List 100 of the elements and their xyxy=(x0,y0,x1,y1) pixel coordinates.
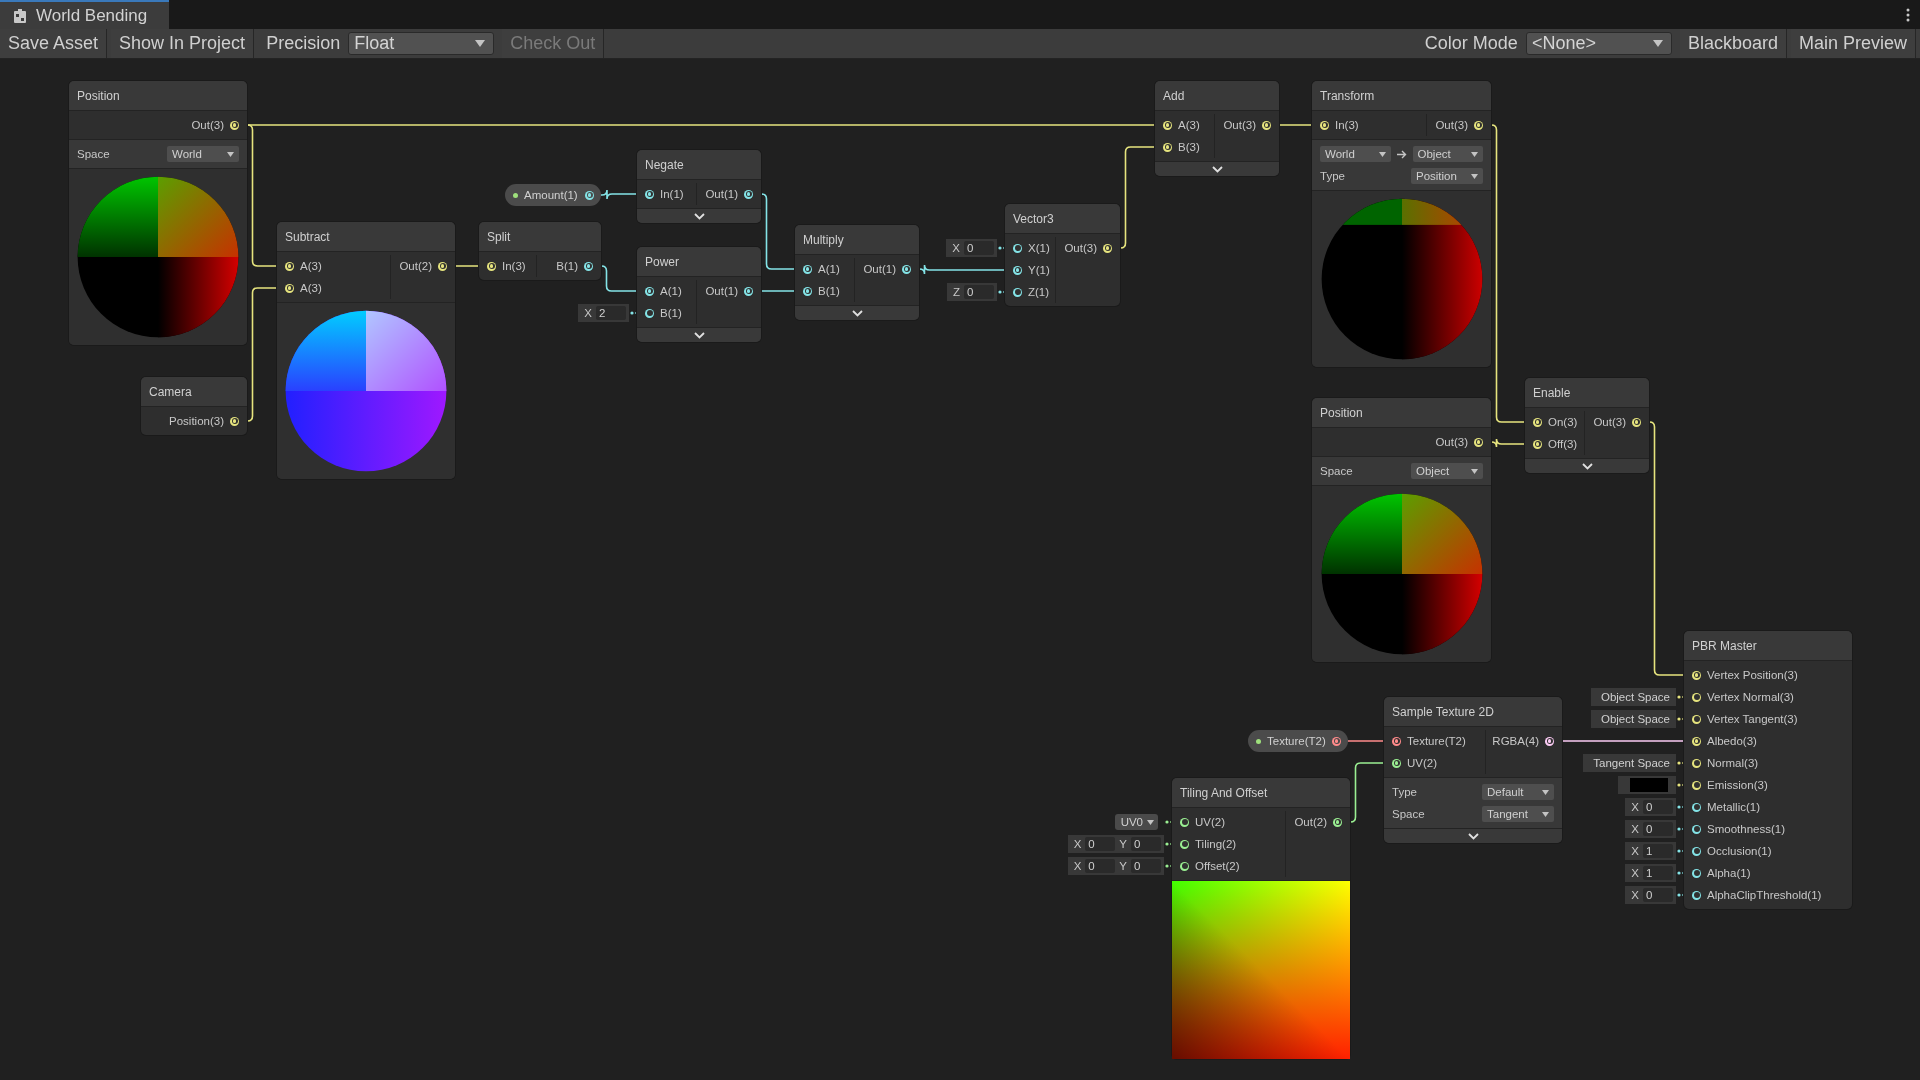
port-dot[interactable] xyxy=(1013,287,1022,297)
port-dot[interactable] xyxy=(1533,439,1542,449)
number-field[interactable]: 1 xyxy=(1643,844,1673,858)
toolbar-dropdown[interactable]: Float xyxy=(348,32,495,55)
property-node[interactable]: Texture(T2) xyxy=(1248,730,1348,752)
port-dot[interactable] xyxy=(1013,243,1022,253)
port-dot[interactable] xyxy=(1692,736,1701,746)
port-dot[interactable] xyxy=(1180,817,1189,827)
port-dot[interactable] xyxy=(585,190,594,200)
port-dot[interactable] xyxy=(285,283,294,293)
port-dot[interactable] xyxy=(230,416,239,426)
port-label: Y(1) xyxy=(1028,264,1050,276)
node-panel[interactable]: Negate In(1) Out(1) xyxy=(637,150,761,223)
node-panel[interactable]: Position Out(3) Space World xyxy=(69,81,247,345)
port-dot[interactable] xyxy=(1692,714,1701,724)
caret-icon xyxy=(1471,151,1478,157)
port-dot[interactable] xyxy=(803,286,812,296)
port-dot[interactable] xyxy=(1013,265,1022,275)
port-dot[interactable] xyxy=(1692,758,1701,768)
dropdown[interactable]: World xyxy=(1320,146,1391,162)
port-dot[interactable] xyxy=(1692,802,1701,812)
port-dot[interactable] xyxy=(645,189,654,199)
dropdown[interactable]: Position xyxy=(1411,168,1483,184)
port-dot[interactable] xyxy=(1692,692,1701,702)
port-dot[interactable] xyxy=(487,261,496,271)
port-dot[interactable] xyxy=(1103,243,1112,253)
number-field[interactable]: 0 xyxy=(1085,837,1116,851)
port-dot[interactable] xyxy=(438,261,447,271)
dropdown[interactable]: Tangent xyxy=(1482,806,1554,822)
port-dot[interactable] xyxy=(1180,839,1189,849)
port-dot[interactable] xyxy=(1180,861,1189,871)
port-dot[interactable] xyxy=(230,120,239,130)
port-dot[interactable] xyxy=(1692,846,1701,856)
color-swatch[interactable] xyxy=(1630,778,1668,792)
toolbar-dropdown[interactable]: <None> xyxy=(1525,32,1672,55)
port-dot[interactable] xyxy=(1392,736,1401,746)
port-label: Vertex Position(3) xyxy=(1707,669,1798,681)
dropdown[interactable]: Object xyxy=(1412,146,1483,162)
node-panel[interactable]: Vector3 X(1) Y(1) Z(1) Out(3) xyxy=(1005,204,1120,306)
port-dot[interactable] xyxy=(1692,890,1701,900)
number-field[interactable]: 0 xyxy=(1131,837,1161,851)
node-panel[interactable]: Tiling And Offset UV(2) Tiling(2) Offset(2) Out(2) xyxy=(1172,778,1350,1059)
node-panel[interactable]: PBR Master Vertex Position(3) Vertex Normal(3) Vertex Tangent(3) Albedo(3) Normal(3) Emission(3) Metallic(1) Smoothness(1) Occlusion(1) Alpha(1) AlphaClipThreshold(1) xyxy=(1684,631,1852,909)
port-label: Out(3) xyxy=(1435,436,1468,448)
dropdown[interactable]: Default xyxy=(1482,784,1554,800)
window-tab[interactable]: World Bending xyxy=(0,0,170,29)
number-field[interactable]: 0 xyxy=(964,285,994,299)
node-panel[interactable]: Multiply A(1) B(1) Out(1) xyxy=(795,225,919,320)
number-field[interactable]: 0 xyxy=(964,241,994,255)
port-dot[interactable] xyxy=(1533,417,1542,427)
space-value[interactable]: Object Space xyxy=(1590,710,1676,728)
node-panel[interactable]: Sample Texture 2D Texture(T2) UV(2) RGBA(4) Type Default Space Tangent xyxy=(1384,697,1562,843)
node-title: Sample Texture 2D xyxy=(1392,704,1494,719)
node-panel[interactable]: Power A(1) B(1) Out(1) xyxy=(637,247,761,342)
port-dot[interactable] xyxy=(902,264,911,274)
node-panel[interactable]: Add A(3) B(3) Out(3) xyxy=(1155,81,1279,176)
port-dot[interactable] xyxy=(1692,868,1701,878)
port-dot[interactable] xyxy=(1332,736,1341,746)
number-field[interactable]: 0 xyxy=(1643,888,1673,902)
port-dot[interactable] xyxy=(744,286,753,296)
space-value[interactable]: Tangent Space xyxy=(1583,754,1676,772)
uv-dropdown[interactable]: UV0 xyxy=(1114,814,1158,830)
node-panel[interactable]: Transform In(3) Out(3) World Object Type Position xyxy=(1312,81,1491,367)
port-dot[interactable] xyxy=(1320,120,1329,130)
node-title: Power xyxy=(645,254,679,269)
port-dot[interactable] xyxy=(1163,120,1172,130)
port-dot[interactable] xyxy=(1474,120,1483,130)
node-panel[interactable]: Enable On(3) Off(3) Out(3) xyxy=(1525,378,1649,473)
port-dot[interactable] xyxy=(1474,437,1483,447)
port-dot[interactable] xyxy=(1545,736,1554,746)
space-value[interactable]: Object Space xyxy=(1590,688,1676,706)
port-dot[interactable] xyxy=(1632,417,1641,427)
number-field[interactable]: 2 xyxy=(596,306,626,320)
number-field[interactable]: 0 xyxy=(1643,800,1673,814)
node-panel[interactable]: Subtract A(3) A(3) Out(2) xyxy=(277,222,455,479)
caret-icon xyxy=(1542,811,1549,817)
port-dot[interactable] xyxy=(1262,120,1271,130)
node-panel[interactable]: Split In(3) B(1) xyxy=(479,222,601,280)
number-field[interactable]: 0 xyxy=(1085,859,1116,873)
dropdown[interactable]: World xyxy=(167,146,239,162)
node-panel[interactable]: Camera Position(3) xyxy=(141,377,247,435)
number-field[interactable]: 0 xyxy=(1643,822,1673,836)
port-dot[interactable] xyxy=(285,261,294,271)
port-dot[interactable] xyxy=(744,189,753,199)
port-dot[interactable] xyxy=(1692,824,1701,834)
node-panel[interactable]: Position Out(3) Space Object xyxy=(1312,398,1491,662)
port-dot[interactable] xyxy=(1333,817,1342,827)
port-dot[interactable] xyxy=(645,308,654,318)
port-dot[interactable] xyxy=(1163,142,1172,152)
number-field[interactable]: 0 xyxy=(1131,859,1161,873)
dropdown[interactable]: Object xyxy=(1411,463,1483,479)
port-dot[interactable] xyxy=(1392,758,1401,768)
port-dot[interactable] xyxy=(584,261,593,271)
port-dot[interactable] xyxy=(1692,670,1701,680)
port-dot[interactable] xyxy=(803,264,812,274)
property-node[interactable]: Amount(1) xyxy=(505,184,601,206)
port-label: In(3) xyxy=(1335,119,1359,131)
port-dot[interactable] xyxy=(645,286,654,296)
number-field[interactable]: 1 xyxy=(1643,866,1673,880)
port-dot[interactable] xyxy=(1692,780,1701,790)
